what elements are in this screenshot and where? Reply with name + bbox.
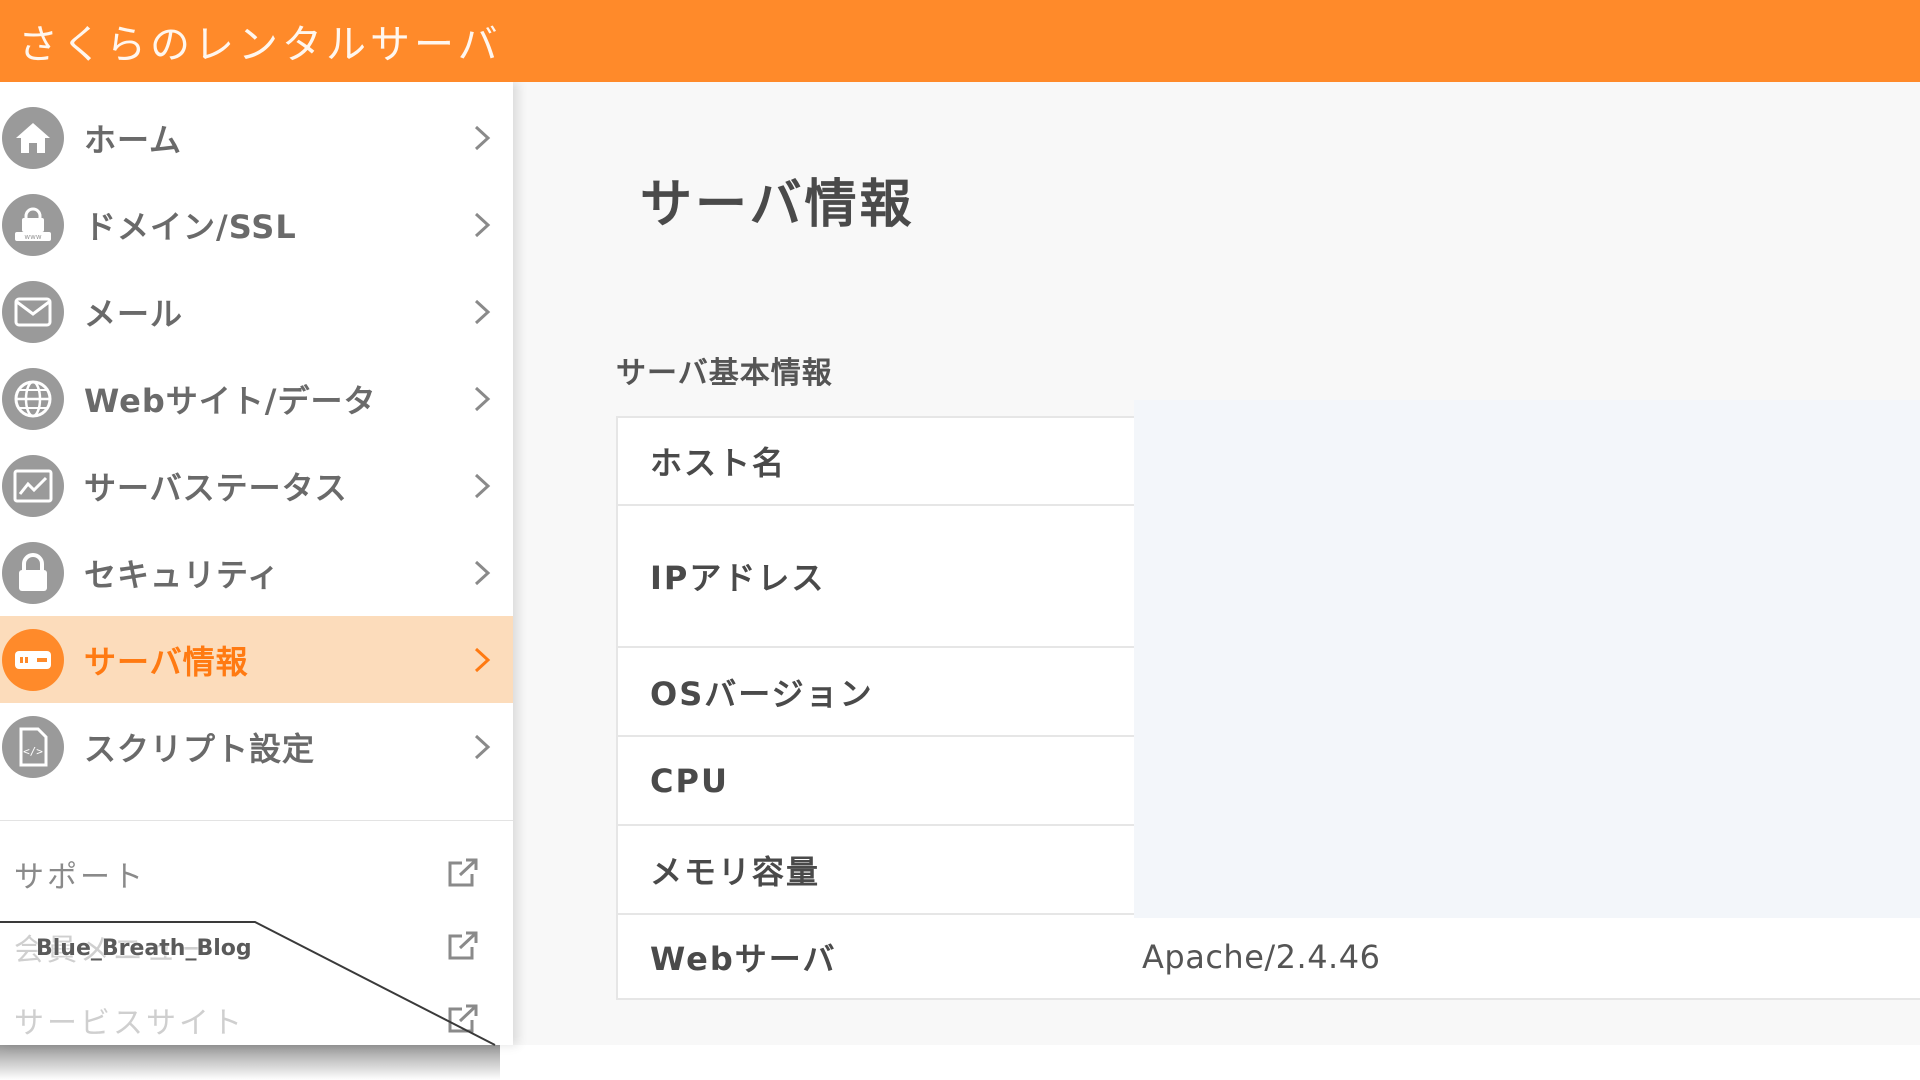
sidebar-item-label: スクリプト設定 xyxy=(84,729,316,768)
sidebar-item-label: Webサイト/データ xyxy=(84,381,377,420)
external-link-icon xyxy=(448,858,478,887)
chevron-right-icon xyxy=(474,473,491,499)
server-icon xyxy=(2,628,64,691)
sidebar-item-home[interactable]: ホーム xyxy=(0,94,513,181)
row-label: ホスト名 xyxy=(650,444,787,482)
svg-text:</>: </> xyxy=(23,745,43,758)
page-fold-decoration xyxy=(0,921,496,1046)
chevron-right-icon xyxy=(474,386,491,412)
row-label: CPU xyxy=(650,761,729,800)
mail-icon xyxy=(2,280,64,343)
chevron-right-icon xyxy=(474,212,491,238)
sidebar-item-domain-ssl[interactable]: www ドメイン/SSL xyxy=(0,181,513,268)
sidebar-link-label: サポート xyxy=(14,859,146,895)
page-bottom xyxy=(513,1045,1920,1080)
redacted-area xyxy=(1134,400,1920,918)
chart-icon xyxy=(2,454,64,517)
page-title: サーバ情報 xyxy=(640,175,915,235)
section-title: サーバ基本情報 xyxy=(616,356,833,391)
table-row: Webサーバ Apache/2.4.46 xyxy=(618,915,1920,998)
sidebar-divider xyxy=(0,820,513,821)
row-label: OSバージョン xyxy=(650,674,874,713)
lock-icon xyxy=(2,541,64,604)
chevron-right-icon xyxy=(474,734,491,760)
sidebar-item-mail[interactable]: メール xyxy=(0,268,513,355)
row-label: メモリ容量 xyxy=(650,852,821,891)
script-file-icon: </> xyxy=(2,715,64,778)
sidebar-item-security[interactable]: セキュリティ xyxy=(0,529,513,616)
chevron-right-icon xyxy=(474,125,491,151)
chevron-right-icon xyxy=(474,560,491,586)
row-label: IPアドレス xyxy=(650,559,826,597)
sidebar-item-website-data[interactable]: Webサイト/データ xyxy=(0,355,513,442)
chevron-right-icon xyxy=(474,647,491,673)
sidebar-item-label: メール xyxy=(84,294,184,333)
home-icon xyxy=(2,106,64,169)
row-value: Apache/2.4.46 xyxy=(1142,937,1381,976)
chevron-right-icon xyxy=(474,299,491,325)
row-label: Webサーバ xyxy=(650,939,837,978)
sidebar-item-label: セキュリティ xyxy=(84,555,281,594)
app-header: さくらのレンタルサーバ xyxy=(0,0,1920,82)
sidebar-item-label: サーバ情報 xyxy=(84,642,249,681)
watermark-text: Blue_Breath_Blog xyxy=(36,936,252,961)
svg-text:www: www xyxy=(24,233,41,241)
sidebar-item-label: ホーム xyxy=(84,120,183,159)
brand-logo[interactable]: さくらのレンタルサーバ xyxy=(18,12,502,70)
sidebar-item-server-info[interactable]: サーバ情報 xyxy=(0,616,513,703)
sidebar-item-server-status[interactable]: サーバステータス xyxy=(0,442,513,529)
globe-icon xyxy=(2,367,64,430)
domain-lock-icon: www xyxy=(2,193,64,256)
sidebar-item-label: ドメイン/SSL xyxy=(84,207,297,246)
sidebar-item-label: サーバステータス xyxy=(84,468,348,507)
sidebar-item-script-settings[interactable]: </> スクリプト設定 xyxy=(0,703,513,790)
